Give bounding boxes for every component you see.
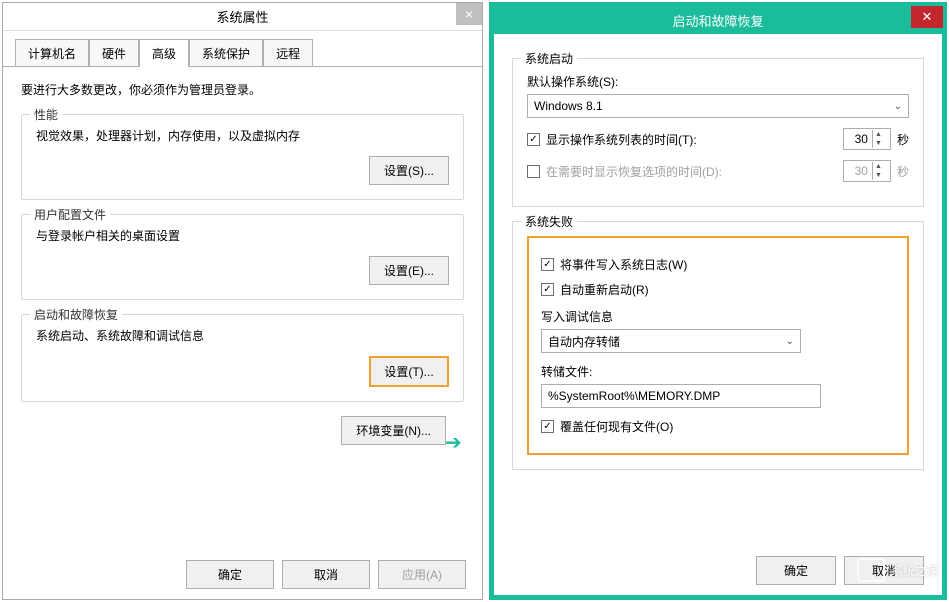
apply-button[interactable]: 应用(A) [378,560,466,589]
performance-group: 性能 视觉效果，处理器计划，内存使用，以及虚拟内存 设置(S)... [21,114,464,200]
ok-button[interactable]: 确定 [756,556,836,585]
unit-label: 秒 [897,131,909,148]
arrow-icon: ➔ [445,430,462,455]
group-desc: 与登录帐户相关的桌面设置 [36,227,449,244]
admin-notice: 要进行大多数更改，你必须作为管理员登录。 [21,81,464,98]
titlebar: 启动和故障恢复 ✕ [494,7,942,34]
spinner-down-icon: ▼ [873,171,884,180]
dialog-footer: 确定 取消 应用(A) [19,560,466,589]
spinner-down-icon[interactable]: ▼ [873,139,884,148]
checkbox-label: 自动重新启动(R) [560,281,649,298]
checkbox-icon [527,165,540,178]
system-failure-group: 系统失败 ✓ 将事件写入系统日志(W) ✓ 自动重新启动(R) 写入调试信息 [512,221,924,470]
tab-strip: 计算机名 硬件 高级 系统保护 远程 [3,31,482,67]
group-legend: 系统失败 [521,213,577,230]
auto-restart-checkbox[interactable]: ✓ 自动重新启动(R) [541,281,649,298]
tab-system-protection[interactable]: 系统保护 [189,39,263,66]
overwrite-checkbox[interactable]: ✓ 覆盖任何现有文件(O) [541,418,673,435]
dialog-title: 系统属性 [216,7,268,26]
os-list-time-spinner[interactable]: ▲▼ [843,128,891,150]
spinner-input[interactable] [844,132,872,146]
group-desc: 视觉效果，处理器计划，内存使用，以及虚拟内存 [36,127,449,144]
show-recovery-checkbox[interactable]: 在需要时显示恢复选项的时间(D): [527,163,722,180]
ok-button[interactable]: 确定 [186,560,274,589]
chevron-down-icon: ⌄ [894,101,902,112]
profile-settings-button[interactable]: 设置(E)... [369,256,449,285]
dialog-footer: 确定 取消 [756,556,924,585]
checkbox-label: 覆盖任何现有文件(O) [560,418,673,435]
tab-content: 要进行大多数更改，你必须作为管理员登录。 性能 视觉效果，处理器计划，内存使用，… [3,67,482,459]
checkbox-icon: ✓ [541,420,554,433]
dropdown-value: Windows 8.1 [534,99,603,113]
dialog-title: 启动和故障恢复 [672,11,763,30]
env-variables-button[interactable]: 环境变量(N)... [341,416,446,445]
system-properties-dialog: 系统属性 × 计算机名 硬件 高级 系统保护 远程 要进行大多数更改，你必须作为… [2,2,483,600]
show-recovery-row: 在需要时显示恢复选项的时间(D): ▲▼ 秒 [527,160,909,182]
startup-recovery-dialog: 启动和故障恢复 ✕ 系统启动 默认操作系统(S): Windows 8.1 ⌄ … [489,2,947,600]
startup-recovery-group: 启动和故障恢复 系统启动、系统故障和调试信息 设置(T)... [21,314,464,402]
startup-settings-button[interactable]: 设置(T)... [369,356,449,387]
tab-computer-name[interactable]: 计算机名 [15,39,89,66]
default-os-dropdown[interactable]: Windows 8.1 ⌄ [527,94,909,118]
dump-file-input[interactable] [541,384,821,408]
group-desc: 系统启动、系统故障和调试信息 [36,327,449,344]
checkbox-label: 将事件写入系统日志(W) [560,256,687,273]
system-startup-group: 系统启动 默认操作系统(S): Windows 8.1 ⌄ ✓ 显示操作系统列表… [512,58,924,207]
user-profile-group: 用户配置文件 与登录帐户相关的桌面设置 设置(E)... [21,214,464,300]
group-legend: 用户配置文件 [30,206,110,223]
performance-settings-button[interactable]: 设置(S)... [369,156,449,185]
close-button[interactable]: × [456,3,482,25]
titlebar: 系统属性 × [3,3,482,31]
debug-info-dropdown[interactable]: 自动内存转储 ⌄ [541,329,801,353]
checkbox-icon: ✓ [527,133,540,146]
group-legend: 性能 [30,106,62,123]
dropdown-value: 自动内存转储 [548,333,620,350]
checkbox-label: 显示操作系统列表的时间(T): [546,131,697,148]
tab-advanced[interactable]: 高级 [139,39,189,67]
recovery-time-spinner: ▲▼ [843,160,891,182]
spinner-up-icon: ▲ [873,162,884,171]
cancel-button[interactable]: 取消 [844,556,924,585]
spinner-input [844,164,872,178]
debug-info-label: 写入调试信息 [541,308,895,325]
write-event-checkbox[interactable]: ✓ 将事件写入系统日志(W) [541,256,687,273]
unit-label: 秒 [897,163,909,180]
close-button[interactable]: ✕ [911,6,943,28]
cancel-button[interactable]: 取消 [282,560,370,589]
group-legend: 启动和故障恢复 [30,306,122,323]
tab-hardware[interactable]: 硬件 [89,39,139,66]
tab-remote[interactable]: 远程 [263,39,313,66]
dump-file-label: 转储文件: [541,363,895,380]
show-os-list-checkbox[interactable]: ✓ 显示操作系统列表的时间(T): [527,131,697,148]
dialog-content: 系统启动 默认操作系统(S): Windows 8.1 ⌄ ✓ 显示操作系统列表… [494,34,942,480]
show-os-list-row: ✓ 显示操作系统列表的时间(T): ▲▼ 秒 [527,128,909,150]
checkbox-icon: ✓ [541,283,554,296]
checkbox-icon: ✓ [541,258,554,271]
default-os-label: 默认操作系统(S): [527,73,909,90]
checkbox-label: 在需要时显示恢复选项的时间(D): [546,163,722,180]
highlighted-settings: ✓ 将事件写入系统日志(W) ✓ 自动重新启动(R) 写入调试信息 自动内存转储… [527,236,909,455]
group-legend: 系统启动 [521,50,577,67]
chevron-down-icon: ⌄ [786,336,794,347]
spinner-up-icon[interactable]: ▲ [873,130,884,139]
